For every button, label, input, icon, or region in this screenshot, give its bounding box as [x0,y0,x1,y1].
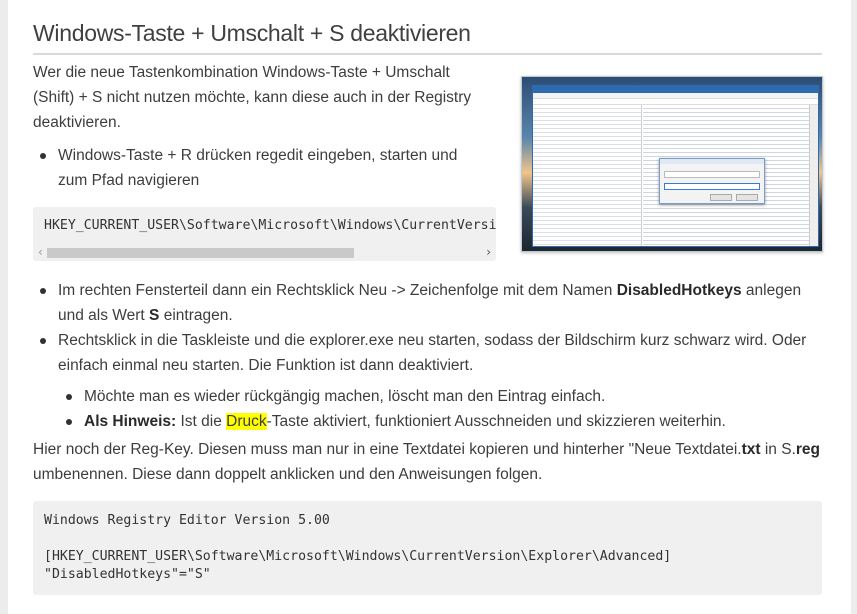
registry-editor-screenshot[interactable] [521,76,823,252]
registry-path-code-block[interactable]: HKEY_CURRENT_USER\Software\Microsoft\Win… [33,207,496,261]
scroll-right-icon[interactable]: › [486,245,491,259]
horizontal-scrollbar[interactable]: ‹ › [33,245,496,261]
bold-value-data: S [149,307,160,324]
regedit-tree-pane [533,105,642,246]
list-item: Windows-Taste + R drücken regedit eingeb… [33,143,488,193]
scroll-left-icon[interactable]: ‹ [38,245,43,259]
regedit-edit-string-dialog [659,158,765,204]
steps-list-1: Windows-Taste + R drücken regedit eingeb… [33,143,488,193]
sub-list: Möchte man es wieder rückgängig machen, … [59,384,823,434]
bold-value-name: DisabledHotkeys [616,282,742,299]
intro-paragraph: Wer die neue Tastenkombination Windows-T… [33,64,472,131]
list-item: Möchte man es wieder rückgängig machen, … [59,384,823,409]
registry-path-code: HKEY_CURRENT_USER\Software\Microsoft\Win… [44,218,496,233]
code-line: "DisabledHotkeys"="S" [44,567,211,582]
outro-paragraph: Hier noch der Reg-Key. Diesen muss man n… [33,441,820,483]
page-edge-left [0,0,8,614]
scrollbar-thumb[interactable] [47,248,354,258]
highlighted-key: Druck [226,413,267,430]
list-item: Im rechten Fensterteil dann ein Rechtskl… [33,278,823,328]
steps-list-2: Im rechten Fensterteil dann ein Rechtskl… [33,278,823,378]
regedit-window-image [532,85,819,247]
page-edge-right [851,0,857,614]
code-line: [HKEY_CURRENT_USER\Software\Microsoft\Wi… [44,549,672,564]
section-heading: Windows-Taste + Umschalt + S deaktiviere… [33,20,822,55]
reg-file-code-block[interactable]: Windows Registry Editor Version 5.00 [HK… [33,501,822,595]
list-item: Als Hinweis: Ist die Druck-Taste aktivie… [59,409,823,434]
code-line: Windows Registry Editor Version 5.00 [44,513,330,528]
list-item: Rechtsklick in die Taskleiste und die ex… [33,328,823,378]
note-label: Als Hinweis: [84,413,177,430]
